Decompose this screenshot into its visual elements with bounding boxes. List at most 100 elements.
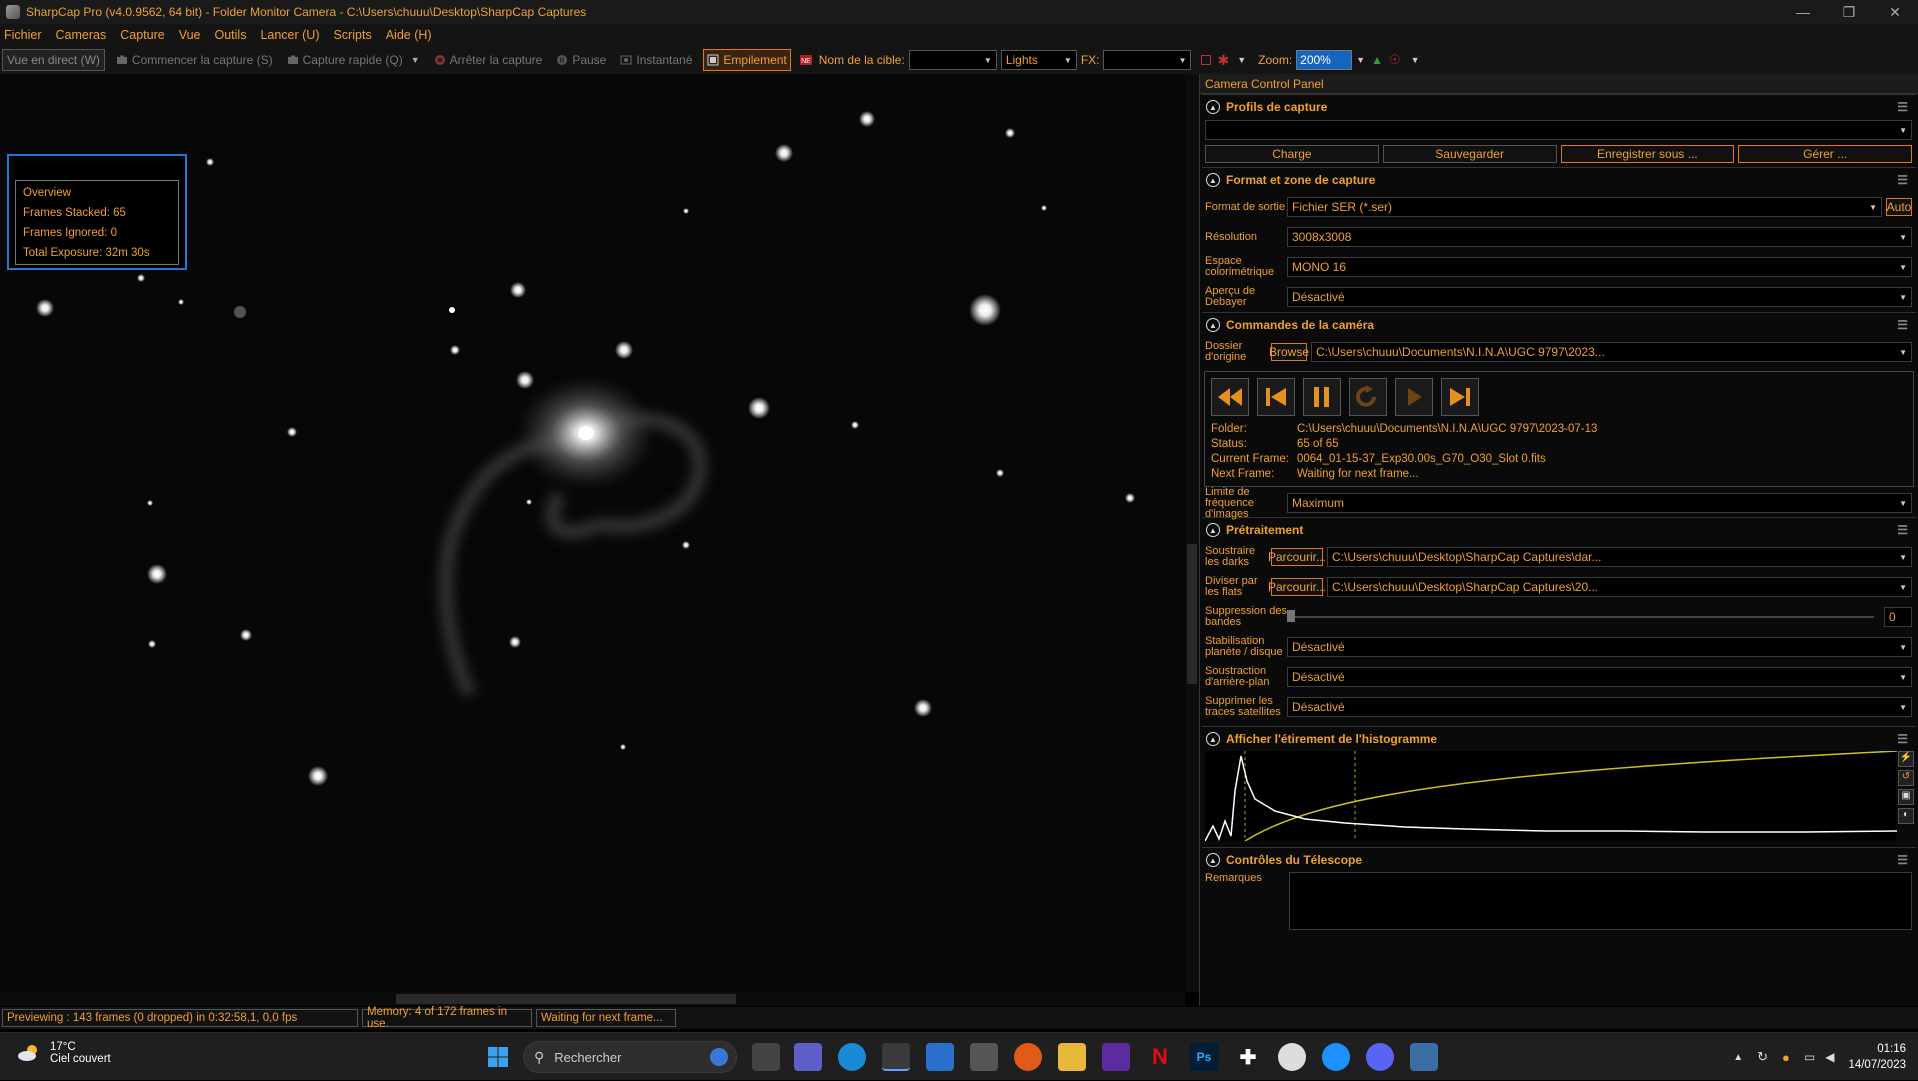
chevron-up-icon[interactable]: ▲ [1733, 1052, 1743, 1063]
collapse-icon[interactable]: ▲ [1206, 173, 1220, 187]
resolution-select[interactable]: 3008x3008 ▼ [1287, 227, 1912, 247]
sync-icon[interactable]: ↻ [1757, 1049, 1768, 1065]
load-profile-button[interactable]: Charge [1205, 145, 1379, 163]
firefox-icon[interactable] [1014, 1043, 1042, 1071]
select-area-icon[interactable] [1201, 55, 1212, 65]
collapse-icon[interactable]: ▲ [1206, 523, 1220, 537]
menu-capture[interactable]: Capture [120, 28, 164, 42]
debayer-select[interactable]: Désactivé ▼ [1287, 287, 1912, 307]
remote-desktop-icon[interactable] [1410, 1043, 1438, 1071]
crosshair-icon[interactable]: ✱ [1217, 52, 1229, 69]
flats-select[interactable]: C:\Users\chuuu\Desktop\SharpCap Captures… [1327, 577, 1912, 597]
section-header[interactable]: ▲ Afficher l'étirement de l'histogramme ☰ [1202, 727, 1916, 751]
profile-select[interactable]: ▼ [1205, 120, 1912, 140]
clock[interactable]: 01:16 14/07/2023 [1848, 1041, 1906, 1073]
browse-folder-button[interactable]: Browse [1269, 343, 1309, 361]
reload-button[interactable] [1349, 378, 1387, 416]
stabilization-select[interactable]: Désactivé ▼ [1287, 637, 1912, 657]
satellite-removal-select[interactable]: Désactivé ▼ [1287, 697, 1912, 717]
chevron-down-icon[interactable]: ▼ [1411, 55, 1420, 65]
image-viewer[interactable]: Overview Frames Stacked: 65 Frames Ignor… [0, 74, 1185, 992]
chevron-down-icon[interactable]: ▼ [1356, 55, 1365, 65]
section-header[interactable]: ▲ Profils de capture ☰ [1202, 95, 1916, 119]
quick-capture-button[interactable]: Capture rapide (Q) ▼ [284, 49, 423, 71]
live-view-button[interactable]: Vue en direct (W) [2, 49, 105, 71]
next-frame-button[interactable] [1441, 378, 1479, 416]
edge-browser-icon[interactable] [838, 1043, 866, 1071]
messenger-icon[interactable] [1322, 1043, 1350, 1071]
lightning-icon[interactable]: ⚡ [1898, 751, 1914, 767]
start-capture-button[interactable]: Commencer la capture (S) [113, 49, 276, 71]
chevron-down-icon[interactable]: ▼ [411, 55, 420, 65]
collapse-icon[interactable]: ▲ [1206, 853, 1220, 867]
minimize-icon[interactable]: — [1780, 0, 1826, 24]
zoom-input[interactable]: 200% [1296, 50, 1353, 70]
hamburger-icon[interactable]: ☰ [1897, 732, 1908, 746]
menu-scripts[interactable]: Scripts [334, 28, 372, 42]
app-circle-icon[interactable] [1278, 1043, 1306, 1071]
menu-outils[interactable]: Outils [215, 28, 247, 42]
contrast-icon[interactable]: ◐ [1898, 808, 1914, 824]
menu-cameras[interactable]: Cameras [56, 28, 107, 42]
menu-lancer[interactable]: Lancer (U) [260, 28, 319, 42]
banding-value-input[interactable]: 0 [1884, 607, 1912, 627]
colorspace-select[interactable]: MONO 16 ▼ [1287, 257, 1912, 277]
browse-flats-button[interactable]: Parcourir... [1268, 578, 1326, 596]
microphone-icon[interactable]: ● [1782, 1050, 1790, 1065]
browse-darks-button[interactable]: Parcourir... [1268, 548, 1326, 566]
task-view-icon[interactable] [752, 1043, 780, 1071]
calculator-icon[interactable] [970, 1043, 998, 1071]
background-subtraction-select[interactable]: Désactivé ▼ [1287, 667, 1912, 687]
section-header[interactable]: ▲ Contrôles du Télescope ☰ [1202, 848, 1916, 872]
frame-type-select[interactable]: Lights ▼ [1000, 50, 1077, 70]
plus-app-icon[interactable]: ✚ [1234, 1043, 1262, 1071]
volume-icon[interactable]: ◀ [1825, 1050, 1834, 1064]
store-icon[interactable] [926, 1043, 954, 1071]
histogram-icon[interactable]: ▲ [1371, 53, 1383, 67]
scroll-thumb[interactable] [396, 994, 736, 1004]
weather-widget[interactable]: 17°C Ciel couvert [16, 1041, 111, 1065]
hamburger-icon[interactable]: ☰ [1897, 853, 1908, 867]
pause-button[interactable]: Pause [553, 49, 609, 71]
previous-frame-button[interactable] [1257, 378, 1295, 416]
fx-select[interactable]: ▼ [1103, 50, 1192, 70]
netflix-icon[interactable]: N [1146, 1043, 1174, 1071]
save-profile-button[interactable]: Sauvegarder [1382, 145, 1557, 163]
histogram-plot[interactable] [1204, 750, 1898, 842]
collapse-icon[interactable]: ▲ [1206, 732, 1220, 746]
target-name-select[interactable]: ▼ [908, 50, 997, 70]
section-header[interactable]: ▲ Prétraitement ☰ [1202, 518, 1916, 542]
source-folder-select[interactable]: C:\Users\chuuu\Documents\N.I.N.A\UGC 979… [1311, 342, 1912, 362]
collapse-icon[interactable]: ▲ [1206, 100, 1220, 114]
viewer-horizontal-scrollbar[interactable] [0, 992, 1185, 1006]
chevron-down-icon[interactable]: ▼ [1237, 55, 1246, 65]
viewer-vertical-scrollbar[interactable] [1185, 74, 1199, 992]
section-header[interactable]: ▲ Format et zone de capture ☰ [1202, 168, 1916, 192]
pause-playback-button[interactable] [1303, 378, 1341, 416]
rewind-button[interactable] [1211, 378, 1249, 416]
discord-icon[interactable] [1366, 1043, 1394, 1071]
stop-capture-button[interactable]: Arrêter la capture [431, 49, 546, 71]
hamburger-icon[interactable]: ☰ [1897, 523, 1908, 537]
hamburger-icon[interactable]: ☰ [1897, 173, 1908, 187]
close-icon[interactable]: ✕ [1872, 0, 1918, 24]
reticle-icon[interactable]: ☉ [1389, 52, 1401, 68]
taskbar-search[interactable]: ⚲ Rechercher [523, 1041, 737, 1073]
section-header[interactable]: ▲ Commandes de la caméra ☰ [1202, 313, 1916, 337]
sharpcap-taskbar-icon[interactable] [882, 1043, 910, 1071]
hamburger-icon[interactable]: ☰ [1897, 100, 1908, 114]
manage-profiles-button[interactable]: Gérer ... [1738, 145, 1912, 163]
file-explorer-icon[interactable] [1058, 1043, 1086, 1071]
reset-icon[interactable]: ↺ [1898, 770, 1914, 786]
menu-aide[interactable]: Aide (H) [386, 28, 432, 42]
notes-textarea[interactable] [1289, 872, 1912, 930]
collapse-icon[interactable]: ▲ [1206, 318, 1220, 332]
frame-rate-limit-select[interactable]: Maximum ▼ [1287, 493, 1912, 513]
banding-slider[interactable] [1287, 607, 1876, 627]
scroll-thumb[interactable] [1187, 544, 1197, 684]
stacking-button[interactable]: Empilement [703, 49, 791, 71]
play-button[interactable] [1395, 378, 1433, 416]
hamburger-icon[interactable]: ☰ [1897, 318, 1908, 332]
amazon-music-icon[interactable] [1102, 1043, 1130, 1071]
save-icon[interactable]: ▣ [1898, 789, 1914, 805]
